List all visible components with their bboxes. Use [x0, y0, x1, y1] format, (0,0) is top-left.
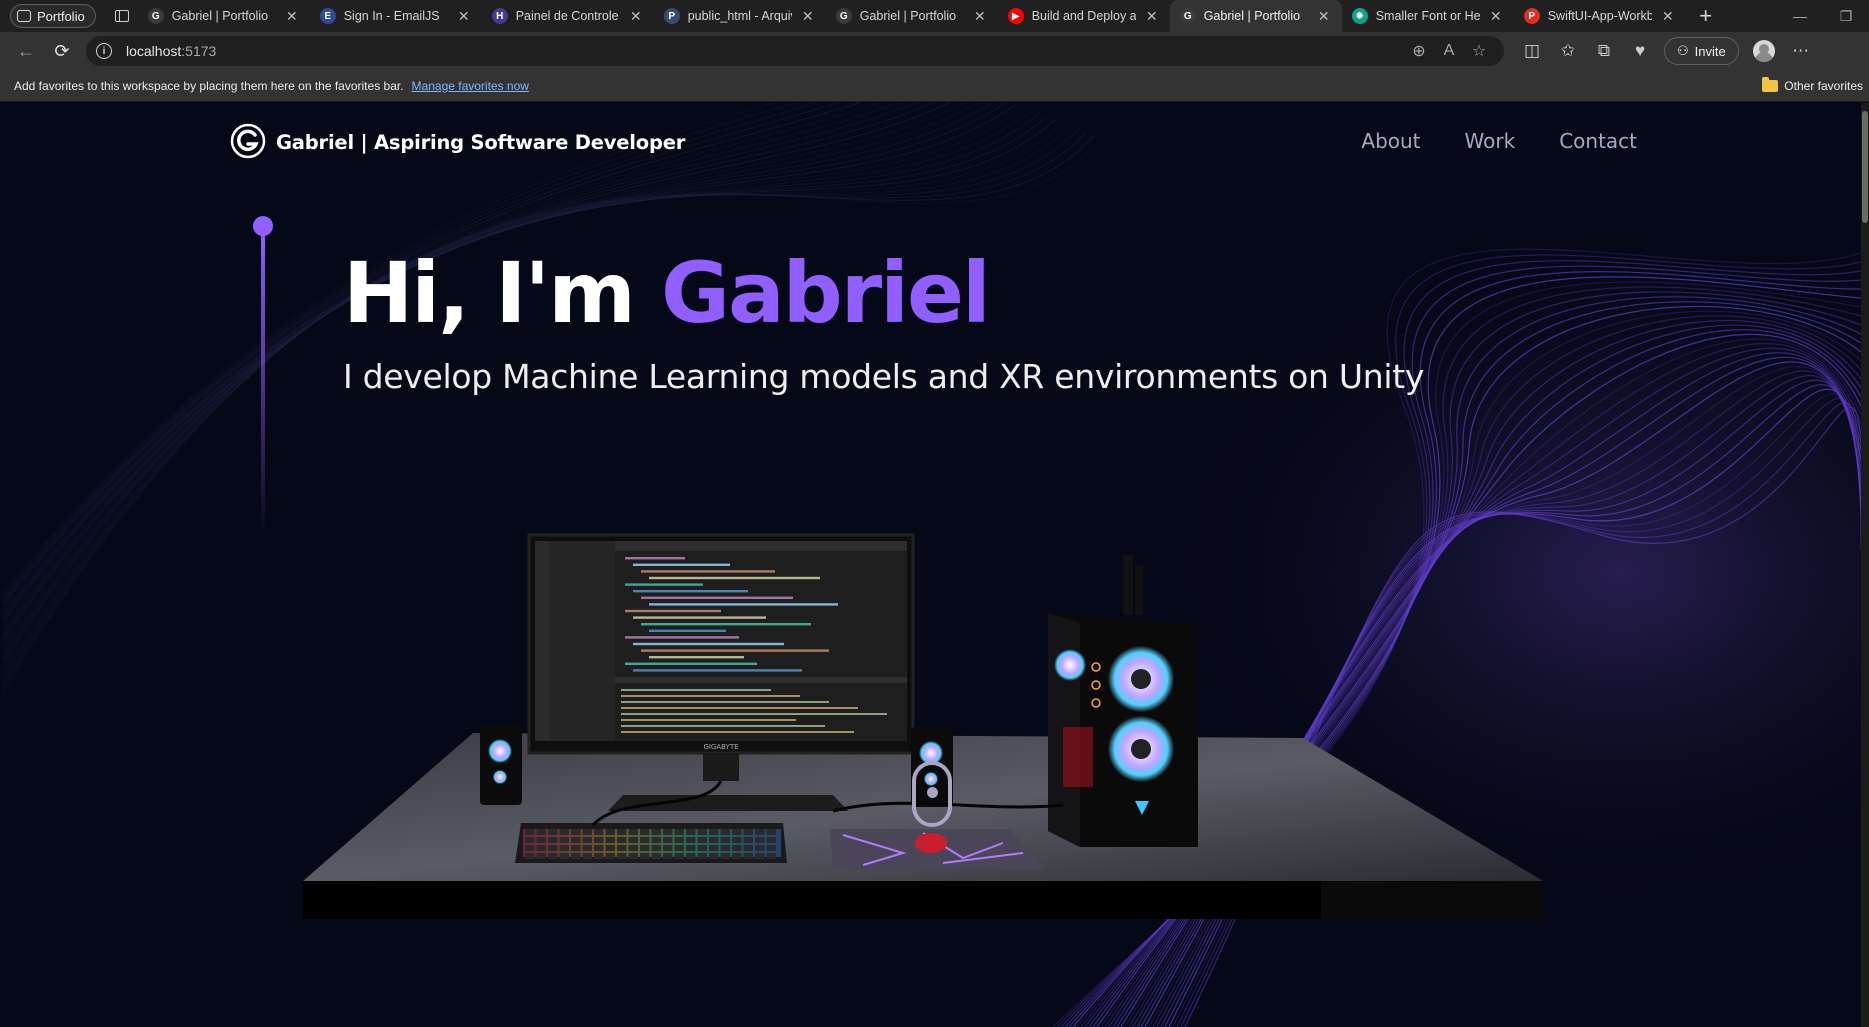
address-bar-row: ← ⟳ i localhost:5173 ⊕ A ☆ ◫ ✩ ⧉ ♥ ⚇ Inv… [0, 32, 1869, 70]
tab-close-icon[interactable]: ✕ [800, 8, 816, 25]
browser-tab[interactable]: ▶ Build and Deploy an ✕ [998, 0, 1170, 32]
workspace-label: Portfolio [37, 8, 85, 24]
scrollbar-thumb[interactable] [1862, 111, 1868, 223]
monitor-brand: GIGABYTE [703, 743, 738, 751]
workspace-button[interactable]: Portfolio [10, 4, 96, 28]
new-tab-button[interactable]: + [1690, 0, 1722, 32]
other-favorites-button[interactable]: Other favorites [1762, 76, 1863, 93]
scroll-down-indicator[interactable] [912, 761, 952, 827]
people-icon: ⚇ [1677, 43, 1689, 58]
read-aloud-icon[interactable]: A [1434, 42, 1464, 60]
tab-title: Smaller Font or Hea [1375, 9, 1480, 23]
mousepad [830, 829, 1045, 869]
nav-contact-link[interactable]: Contact [1559, 129, 1637, 153]
logo-icon[interactable] [230, 123, 266, 159]
page-scrollbar[interactable] [1861, 103, 1869, 1027]
tab-title: Gabriel | Portfolio [859, 9, 957, 23]
github-icon: G [1179, 8, 1196, 24]
invite-button[interactable]: ⚇ Invite [1664, 37, 1739, 65]
tab-title: SwiftUI-App-Workbo [1547, 9, 1652, 23]
favorites-bar: Add favorites to this workspace by placi… [0, 70, 1869, 102]
url-host: localhost [126, 43, 182, 59]
favorites-message: Add favorites to this workspace by placi… [14, 78, 404, 93]
refresh-icon: ⟳ [54, 40, 70, 61]
restore-button[interactable]: ❐ [1823, 0, 1869, 32]
window-controls: — ❐ [1777, 0, 1869, 32]
browser-tab[interactable]: Ppublic_html - Arquiv ✕ [654, 0, 826, 32]
tab-actions-icon [114, 10, 129, 22]
tab-close-icon[interactable]: ✕ [1316, 8, 1332, 25]
back-arrow-icon: ← [17, 40, 35, 61]
github-icon: G [147, 8, 164, 24]
tab-strip: Portfolio G Gabriel | Portfolio ✕ E Sign In … [0, 0, 1869, 32]
site-brand[interactable]: Gabriel | Aspiring Software Developer [276, 131, 685, 154]
other-favorites-label: Other favorites [1784, 78, 1863, 93]
page-viewport: Gabriel | Aspiring Software Developer Ab… [3, 103, 1861, 1027]
url-text[interactable]: localhost:5173 [126, 43, 1404, 59]
back-button[interactable]: ← [8, 35, 44, 67]
browser-tab[interactable]: P SwiftUI-App-Workbo ✕ [1514, 0, 1686, 32]
profile-avatar[interactable] [1752, 40, 1775, 62]
site-info-icon[interactable]: i [96, 43, 112, 59]
browser-tab[interactable]: ✺ Smaller Font or Hea ✕ [1342, 0, 1514, 32]
browser-tab[interactable]: G Gabriel | Portfolio ✕ [138, 0, 310, 32]
tab-title: Gabriel | Portfolio [171, 9, 269, 23]
file-manager-icon: P [663, 8, 680, 24]
tab-title: Build and Deploy an [1031, 9, 1136, 23]
youtube-icon: ▶ [1007, 8, 1024, 24]
hero-accent-line [253, 216, 273, 536]
tab-close-icon[interactable]: ✕ [456, 8, 472, 25]
tab-title: Sign In - EmailJS [343, 9, 440, 23]
pdf-icon: P [1523, 8, 1540, 24]
browser-tab[interactable]: H Painel de Controle | ✕ [482, 0, 654, 32]
collections-icon[interactable]: ⧉ [1586, 35, 1622, 67]
chatgpt-icon: ✺ [1351, 8, 1368, 24]
tab-close-icon[interactable]: ✕ [284, 8, 300, 25]
tab-close-icon[interactable]: ✕ [1660, 8, 1676, 25]
github-icon: G [835, 8, 852, 24]
nav-links: About Work Contact [1361, 129, 1637, 153]
emailjs-icon: E [319, 8, 336, 24]
tab-title: Gabriel | Portfolio [1203, 9, 1301, 23]
nav-about-link[interactable]: About [1361, 129, 1420, 153]
favorite-star-icon[interactable]: ☆ [1464, 41, 1494, 61]
favorites-icon[interactable]: ✩ [1550, 35, 1586, 67]
invite-label: Invite [1694, 43, 1726, 59]
manage-favorites-link[interactable]: Manage favorites now [412, 79, 529, 93]
speaker-left [480, 725, 522, 805]
folder-icon [1762, 76, 1779, 92]
url-port: :5173 [181, 43, 217, 59]
panel-icon: H [491, 8, 508, 24]
tab-close-icon[interactable]: ✕ [972, 8, 988, 25]
tab-actions-button[interactable] [106, 0, 138, 32]
hero-subtitle: I develop Machine Learning models and XR… [343, 357, 1425, 396]
nav-work-link[interactable]: Work [1465, 129, 1516, 153]
desktop-pc-3d-scene[interactable]: GIGABYTE [303, 513, 1643, 933]
refresh-button[interactable]: ⟳ [44, 35, 80, 67]
hero-name: Gabriel [661, 244, 991, 342]
keyboard [515, 823, 787, 863]
scroll-dot [927, 787, 938, 798]
tab-title: Painel de Controle | [515, 9, 620, 23]
browser-tab[interactable]: E Sign In - EmailJS ✕ [310, 0, 482, 32]
pc-case [1048, 555, 1198, 847]
site-navbar: Gabriel | Aspiring Software Developer Ab… [3, 103, 1861, 183]
minimize-button[interactable]: — [1777, 0, 1823, 32]
tab-title: public_html - Arquiv [687, 9, 792, 23]
zoom-icon[interactable]: ⊕ [1404, 41, 1434, 61]
split-screen-icon[interactable]: ◫ [1514, 35, 1550, 67]
workspace-icon [17, 10, 31, 22]
browser-tab[interactable]: G Gabriel | Portfolio ✕ [1169, 0, 1342, 32]
mouse [915, 833, 947, 853]
browser-tab[interactable]: G Gabriel | Portfolio ✕ [826, 0, 998, 32]
tab-close-icon[interactable]: ✕ [628, 8, 644, 25]
hero-greeting: Hi, I'm [343, 244, 661, 342]
tab-close-icon[interactable]: ✕ [1488, 8, 1504, 25]
tab-close-icon[interactable]: ✕ [1144, 8, 1160, 25]
browser-essentials-icon[interactable]: ♥ [1622, 35, 1658, 67]
more-options-icon[interactable]: ⋯ [1783, 35, 1819, 67]
tab-list: G Gabriel | Portfolio ✕ E Sign In - EmailJS ✕… [138, 0, 1686, 32]
hero-title: Hi, I'm Gabriel [343, 251, 991, 335]
address-bar[interactable]: i localhost:5173 ⊕ A ☆ [86, 36, 1504, 66]
